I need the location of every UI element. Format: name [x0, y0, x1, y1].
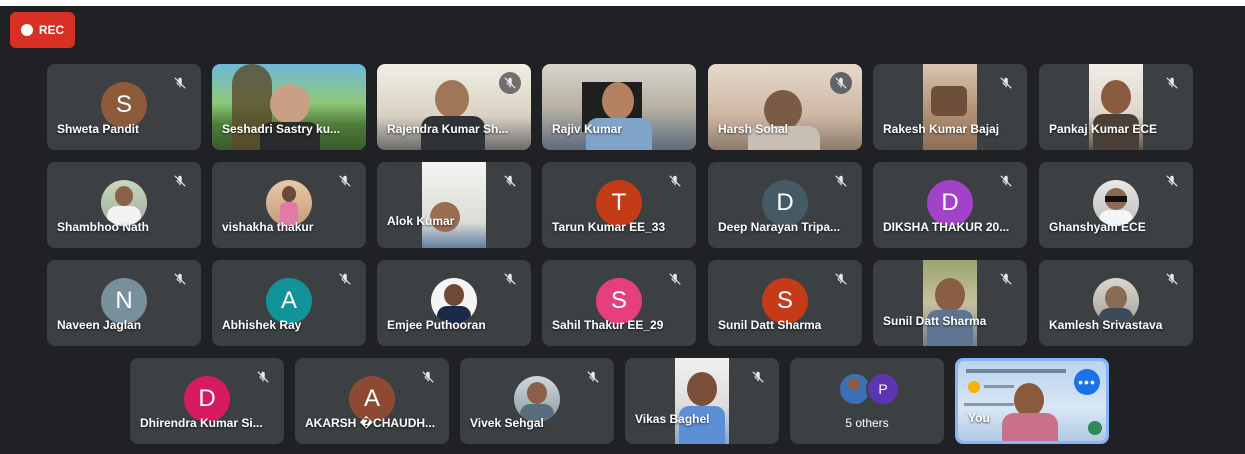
mic-off-icon: [747, 366, 769, 388]
mic-off-icon: [252, 366, 274, 388]
participant-video: [1089, 64, 1143, 150]
participant-video: [542, 64, 696, 150]
participant-tile[interactable]: Emjee Puthooran: [377, 260, 531, 346]
participant-name: Dhirendra Kumar Si...: [140, 416, 263, 430]
participant-tile[interactable]: Seshadri Sastry ku...: [212, 64, 366, 150]
participant-name: Vivek Sehgal: [470, 416, 544, 430]
participant-tile[interactable]: Shambhoo Nath: [47, 162, 201, 248]
participant-video: [212, 64, 366, 150]
participant-tile[interactable]: A AKARSH �CHAUDH...: [295, 358, 449, 444]
participant-tile[interactable]: D Dhirendra Kumar Si...: [130, 358, 284, 444]
mic-off-icon: [995, 72, 1017, 94]
participant-name: Emjee Puthooran: [387, 318, 486, 332]
more-options-icon[interactable]: •••: [1074, 369, 1100, 395]
participant-tile[interactable]: D DIKSHA THAKUR 20...: [873, 162, 1027, 248]
mic-off-icon: [830, 170, 852, 192]
participant-tile[interactable]: Sunil Datt Sharma: [873, 260, 1027, 346]
avatar: P: [866, 372, 900, 406]
participant-name: vishakha thakur: [222, 220, 314, 234]
participant-video: [923, 260, 977, 346]
self-tile[interactable]: ••• You: [955, 358, 1109, 444]
participant-name: Ghanshyam ECE: [1049, 220, 1146, 234]
mic-off-icon: [664, 170, 686, 192]
participant-name: Shambhoo Nath: [57, 220, 149, 234]
participant-name: Pankaj Kumar ECE: [1049, 122, 1158, 136]
participant-name: Seshadri Sastry ku...: [222, 122, 341, 136]
others-count: 5 others: [845, 416, 889, 430]
participant-name: Rakesh Kumar Bajaj: [883, 122, 1000, 136]
mic-off-icon: [830, 268, 852, 290]
mic-off-icon: [1161, 170, 1183, 192]
participant-name: Alok Kumar: [387, 214, 455, 228]
participant-tile[interactable]: A Abhishek Ray: [212, 260, 366, 346]
participant-tile[interactable]: Harsh Sohal: [708, 64, 862, 150]
others-tile[interactable]: P 5 others: [790, 358, 944, 444]
participant-video: [422, 162, 486, 248]
participant-tile[interactable]: S Shweta Pandit: [47, 64, 201, 150]
participant-name: Rajendra Kumar Sh...: [387, 122, 509, 136]
participant-name: Harsh Sohal: [718, 122, 789, 136]
participant-tile[interactable]: Kamlesh Srivastava: [1039, 260, 1193, 346]
participant-video: [923, 64, 977, 150]
participant-tile[interactable]: Ghanshyam ECE: [1039, 162, 1193, 248]
participant-tile[interactable]: S Sunil Datt Sharma: [708, 260, 862, 346]
participant-tile[interactable]: D Deep Narayan Tripa...: [708, 162, 862, 248]
mic-off-icon: [169, 72, 191, 94]
participant-name: Sunil Datt Sharma: [883, 314, 987, 328]
top-edge: [0, 0, 1245, 6]
participant-tile[interactable]: Alok Kumar: [377, 162, 531, 248]
participant-name: Naveen Jaglan: [57, 318, 142, 332]
participant-tile[interactable]: Pankaj Kumar ECE: [1039, 64, 1193, 150]
participant-tile[interactable]: vishakha thakur: [212, 162, 366, 248]
mic-off-icon: [1161, 268, 1183, 290]
participant-name: Abhishek Ray: [222, 318, 302, 332]
participant-tile[interactable]: N Naveen Jaglan: [47, 260, 201, 346]
participant-tile[interactable]: S Sahil Thakur EE_29: [542, 260, 696, 346]
participant-tile[interactable]: Rakesh Kumar Bajaj: [873, 64, 1027, 150]
mic-off-icon: [417, 366, 439, 388]
mic-off-icon: [664, 268, 686, 290]
participant-name: Shweta Pandit: [57, 122, 140, 136]
participant-video: [675, 358, 729, 444]
mic-off-icon: [169, 268, 191, 290]
participant-name: Tarun Kumar EE_33: [552, 220, 666, 234]
recording-label: REC: [38, 23, 65, 37]
mic-off-icon: [334, 170, 356, 192]
participant-name: Sunil Datt Sharma: [718, 318, 822, 332]
participant-name: AKARSH �CHAUDH...: [305, 416, 436, 430]
participant-name: Kamlesh Srivastava: [1049, 318, 1163, 332]
mic-off-icon: [499, 170, 521, 192]
participant-tile[interactable]: Vivek Sehgal: [460, 358, 614, 444]
participant-name: Rajiv Kumar: [552, 122, 623, 136]
mic-off-icon: [1161, 72, 1183, 94]
mic-off-icon: [582, 366, 604, 388]
mic-off-icon: [995, 268, 1017, 290]
participant-name: Deep Narayan Tripa...: [718, 220, 841, 234]
mic-off-icon: [830, 72, 852, 94]
mic-off-icon: [995, 170, 1017, 192]
recording-indicator: REC: [10, 12, 75, 48]
mic-off-icon: [334, 268, 356, 290]
participant-tile[interactable]: Rajendra Kumar Sh...: [377, 64, 531, 150]
participant-name: Vikas Baghel: [635, 412, 710, 426]
record-dot-icon: [20, 24, 33, 36]
participant-tile[interactable]: Rajiv Kumar: [542, 64, 696, 150]
participant-tile[interactable]: T Tarun Kumar EE_33: [542, 162, 696, 248]
participant-tile[interactable]: Vikas Baghel: [625, 358, 779, 444]
participant-name: DIKSHA THAKUR 20...: [883, 220, 1010, 234]
mic-off-icon: [499, 72, 521, 94]
participant-name: You: [968, 411, 990, 425]
mic-off-icon: [499, 268, 521, 290]
participant-name: Sahil Thakur EE_29: [552, 318, 664, 332]
mic-off-icon: [169, 170, 191, 192]
